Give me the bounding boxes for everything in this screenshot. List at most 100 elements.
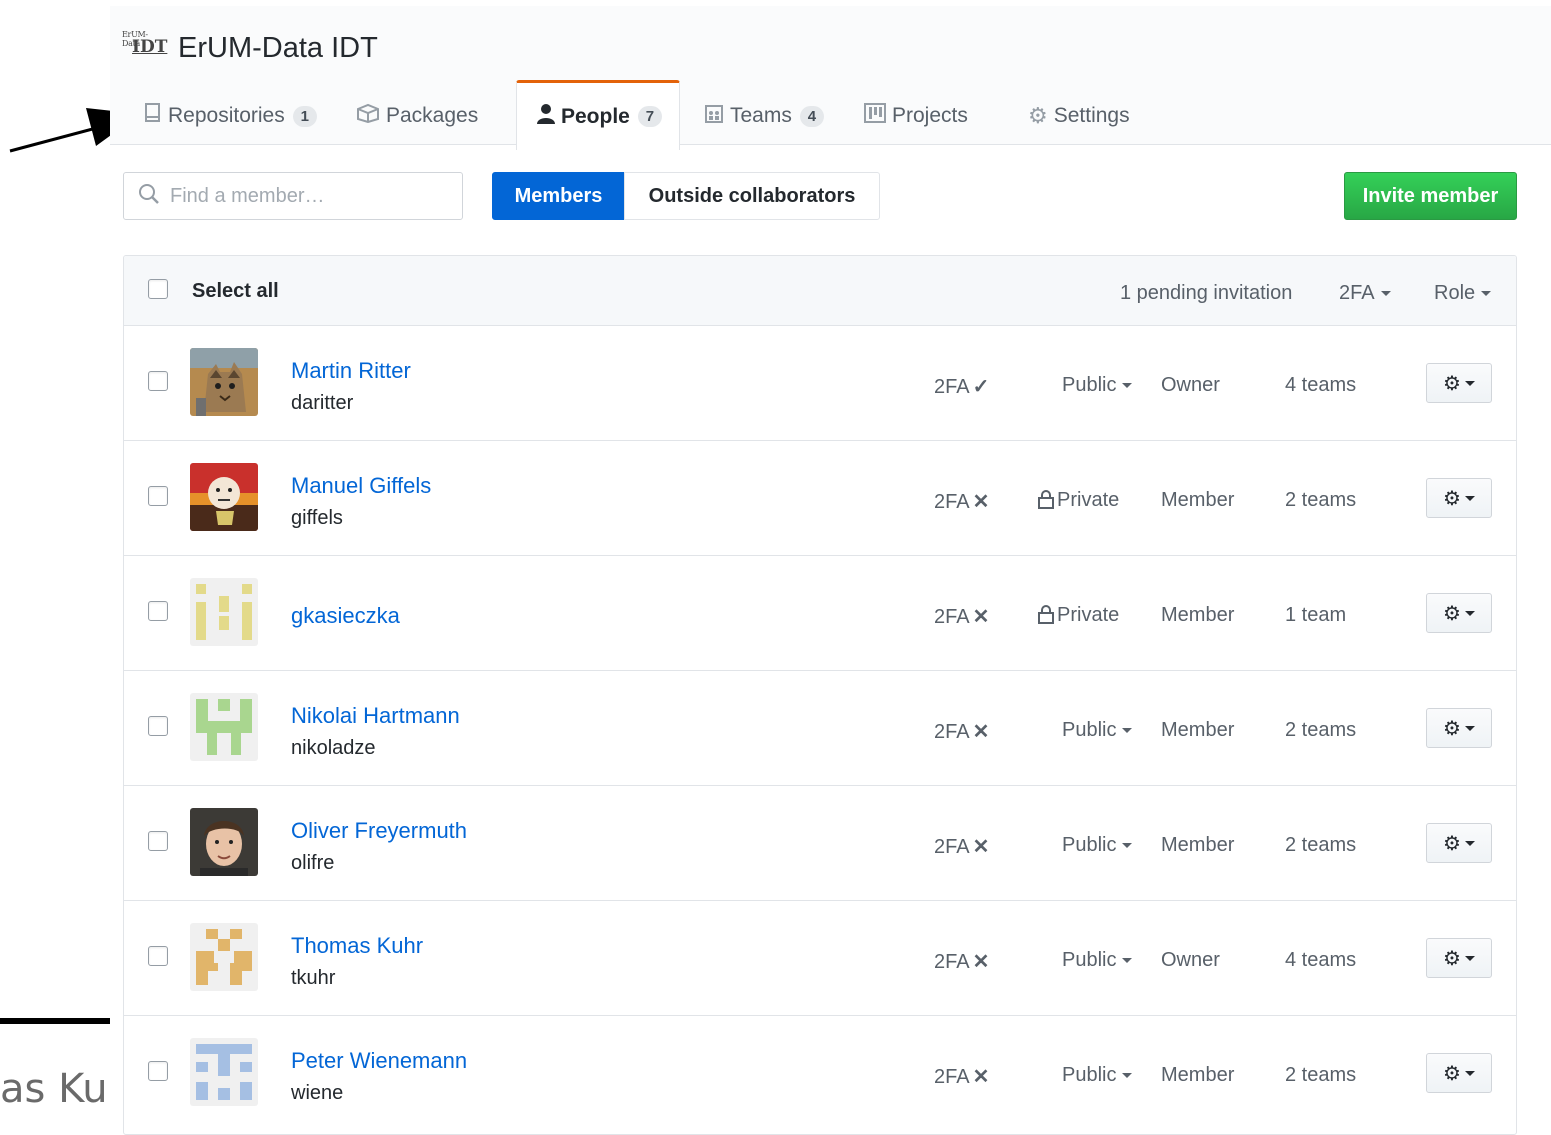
twofa-status: 2FA ✕ (934, 949, 989, 974)
pending-invitation-link[interactable]: 1 pending invitation (1120, 282, 1292, 305)
x-icon: ✕ (972, 721, 990, 743)
twofa-label: 2FA (934, 606, 970, 628)
avatar[interactable] (190, 808, 258, 876)
visibility-dropdown[interactable]: Public (1062, 834, 1133, 857)
member-settings-button[interactable]: ⚙ (1426, 1053, 1492, 1093)
member-name-link[interactable]: Nikolai Hartmann (291, 703, 460, 729)
visibility-label: Private (1057, 489, 1120, 511)
tab-label: Settings (1053, 104, 1130, 127)
chevron-down-icon (1122, 728, 1133, 734)
avatar[interactable] (190, 348, 258, 416)
avatar[interactable] (190, 693, 258, 761)
member-row: Martin Ritter daritter 2FA ✓ Public Owner… (124, 326, 1516, 441)
member-teams-link[interactable]: 2 teams (1285, 489, 1356, 512)
tab-repositories[interactable]: Repositories 1 (144, 88, 317, 144)
member-login: tkuhr (291, 967, 336, 989)
x-icon: ✕ (972, 1066, 990, 1088)
member-name-link[interactable]: Peter Wienemann (291, 1048, 467, 1074)
member-role: Owner (1161, 374, 1220, 396)
members-filter-button[interactable]: Members (492, 172, 625, 220)
org-logo[interactable]: ErUM-Data IDT (122, 30, 167, 62)
team-icon (704, 102, 724, 130)
search-input[interactable] (168, 183, 452, 209)
member-checkbox[interactable] (148, 371, 168, 391)
annotation-line (0, 1018, 110, 1024)
member-role: Member (1161, 604, 1235, 626)
member-checkbox[interactable] (148, 601, 168, 621)
lock-icon (1038, 604, 1057, 626)
member-settings-button[interactable]: ⚙ (1426, 708, 1492, 748)
member-checkbox[interactable] (148, 1061, 168, 1081)
twofa-label: 2FA (934, 951, 970, 973)
member-role: Member (1161, 719, 1235, 741)
member-name-link[interactable]: Oliver Freyermuth (291, 818, 467, 844)
search-icon (138, 183, 160, 210)
avatar[interactable] (190, 463, 258, 531)
member-checkbox[interactable] (148, 831, 168, 851)
tab-counter: 1 (292, 105, 317, 127)
member-role: Member (1161, 489, 1235, 511)
twofa-filter-dropdown[interactable]: 2FA (1339, 282, 1391, 305)
member-name-link[interactable]: gkasieczka (291, 603, 400, 629)
visibility-dropdown[interactable]: Public (1062, 719, 1133, 742)
member-checkbox[interactable] (148, 486, 168, 506)
visibility-dropdown[interactable]: Public (1062, 1064, 1133, 1087)
member-teams-link[interactable]: 2 teams (1285, 1064, 1356, 1087)
chevron-down-icon (1122, 1073, 1133, 1079)
gear-icon: ⚙ (1443, 487, 1461, 510)
member-checkbox[interactable] (148, 716, 168, 736)
member-teams-link[interactable]: 4 teams (1285, 949, 1356, 972)
twofa-label: 2FA (934, 721, 970, 743)
twofa-status: 2FA ✕ (934, 719, 989, 744)
chevron-down-icon (1464, 610, 1475, 616)
member-name-link[interactable]: Thomas Kuhr (291, 933, 423, 959)
x-icon: ✕ (972, 491, 990, 513)
member-teams-link[interactable]: 2 teams (1285, 834, 1356, 857)
avatar[interactable] (190, 923, 258, 991)
tab-projects[interactable]: Projects (864, 88, 968, 144)
invite-member-button[interactable]: Invite member (1344, 172, 1517, 220)
tab-teams[interactable]: Teams 4 (704, 88, 824, 144)
members-table: Select all 1 pending invitation 2FA Role… (123, 255, 1517, 1135)
member-name-link[interactable]: Martin Ritter (291, 358, 411, 384)
lock-icon (1038, 489, 1057, 511)
member-role: Owner (1161, 949, 1220, 971)
member-row: gkasieczka 2FA ✕ Private Member 1 team ⚙ (124, 556, 1516, 671)
member-settings-button[interactable]: ⚙ (1426, 593, 1492, 633)
member-name-link[interactable]: Manuel Giffels (291, 473, 431, 499)
member-row: Thomas Kuhr tkuhr 2FA ✕ Public Owner 4 te… (124, 901, 1516, 1016)
visibility-dropdown[interactable]: Public (1062, 949, 1133, 972)
avatar[interactable] (190, 1038, 258, 1106)
tab-settings[interactable]: ⚙ Settings (1028, 88, 1130, 144)
x-icon: ✕ (972, 951, 990, 973)
select-all-checkbox[interactable] (148, 279, 168, 299)
chevron-down-icon (1464, 380, 1475, 386)
annotation-text-fragment: as Kuh (0, 1066, 110, 1112)
tab-label: People (561, 104, 630, 128)
visibility-dropdown[interactable]: Public (1062, 374, 1133, 397)
repo-icon (144, 102, 162, 130)
member-teams-link[interactable]: 4 teams (1285, 374, 1356, 397)
member-checkbox[interactable] (148, 946, 168, 966)
check-icon: ✓ (972, 376, 990, 398)
twofa-status: 2FA ✕ (934, 1064, 989, 1089)
org-name[interactable]: ErUM-Data IDT (178, 32, 378, 65)
member-settings-button[interactable]: ⚙ (1426, 363, 1492, 403)
gear-icon: ⚙ (1443, 372, 1461, 395)
tab-people[interactable]: People 7 (516, 80, 680, 150)
member-teams-link[interactable]: 2 teams (1285, 719, 1356, 742)
twofa-label: 2FA (934, 376, 970, 398)
twofa-label: 2FA (934, 836, 970, 858)
role-filter-dropdown[interactable]: Role (1434, 282, 1492, 305)
member-settings-button[interactable]: ⚙ (1426, 823, 1492, 863)
find-member-field[interactable] (123, 172, 463, 220)
twofa-filter-label: 2FA (1339, 282, 1375, 304)
member-settings-button[interactable]: ⚙ (1426, 478, 1492, 518)
outside-collaborators-button[interactable]: Outside collaborators (624, 172, 880, 220)
avatar[interactable] (190, 578, 258, 646)
member-teams-link[interactable]: 1 team (1285, 604, 1346, 627)
visibility-label: Public (1062, 374, 1117, 396)
member-settings-button[interactable]: ⚙ (1426, 938, 1492, 978)
gear-icon: ⚙ (1443, 1062, 1461, 1085)
tab-packages[interactable]: Packages (356, 88, 478, 144)
